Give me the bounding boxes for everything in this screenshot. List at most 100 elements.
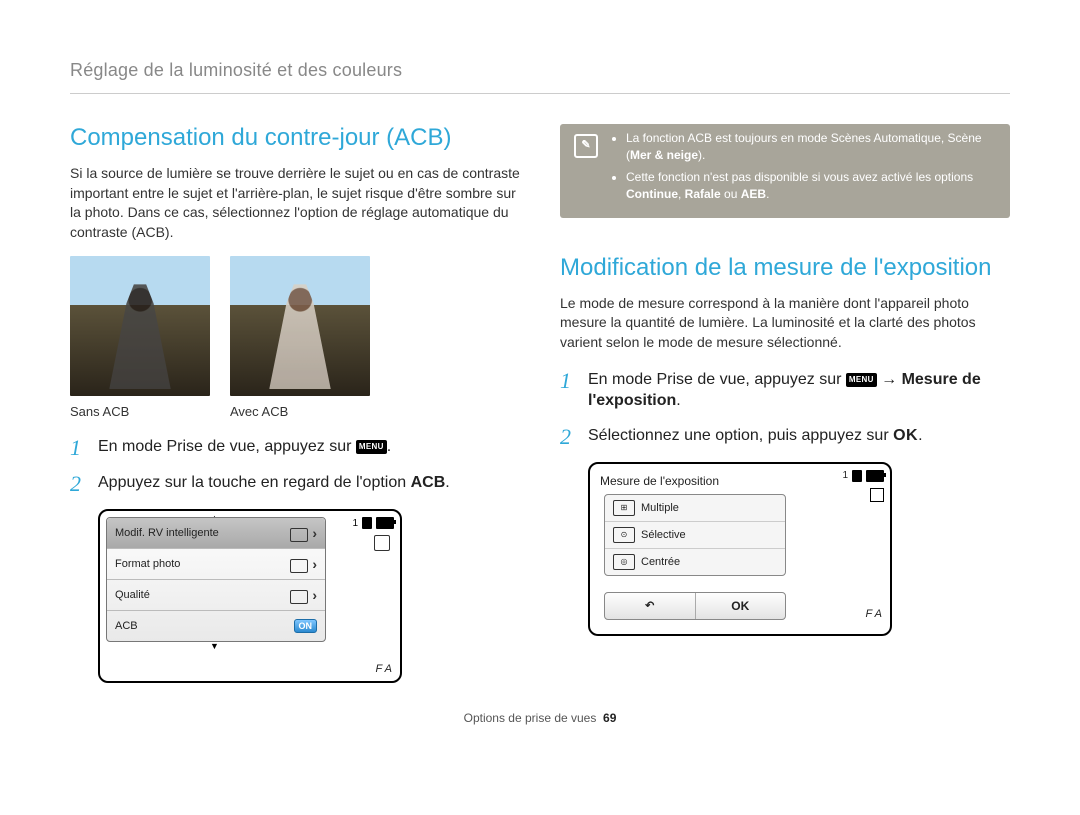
acb-steps: 1 En mode Prise de vue, appuyez sur MENU… bbox=[70, 437, 520, 495]
note-box: ✎ La fonction ACB est toujours en mode S… bbox=[560, 124, 1010, 218]
caption-with-acb: Avec ACB bbox=[230, 404, 370, 419]
step2-a: Appuyez sur la touche en regard de l'opt… bbox=[98, 474, 411, 491]
note-list: La fonction ACB est toujours en mode Scè… bbox=[612, 130, 996, 208]
metering-description: Le mode de mesure correspond à la manièr… bbox=[560, 294, 1010, 353]
step2-c: . bbox=[445, 474, 449, 491]
n2c: , bbox=[678, 187, 685, 201]
n2f: AEB bbox=[741, 187, 766, 201]
caption-without-acb: Sans ACB bbox=[70, 404, 210, 419]
target-icon bbox=[870, 488, 884, 502]
r1b: → bbox=[877, 371, 902, 388]
flash-auto-icon: F A bbox=[375, 663, 392, 675]
r2c: . bbox=[918, 427, 922, 444]
status-bar: 1 bbox=[334, 517, 394, 551]
left-column: Compensation du contre-jour (ACB) Si la … bbox=[70, 124, 520, 683]
acb-photo-row bbox=[70, 256, 520, 396]
metering-option-selective[interactable]: ⊙ Sélective bbox=[605, 522, 785, 549]
menu-label-quality: Qualité bbox=[115, 589, 150, 601]
multiple-icon: ⊞ bbox=[613, 500, 635, 516]
acb-step-2: 2 Appuyez sur la touche en regard de l'o… bbox=[70, 473, 520, 495]
r2a: Sélectionnez une option, puis appuyez su… bbox=[588, 427, 893, 444]
menu-value-quality: › bbox=[290, 587, 317, 604]
menu-row-quality[interactable]: Qualité › bbox=[107, 580, 325, 611]
opt2-label: Sélective bbox=[641, 529, 686, 541]
sdcard-icon bbox=[362, 517, 372, 529]
n2g: . bbox=[766, 187, 769, 201]
acb-description: Si la source de lumière se trouve derriè… bbox=[70, 164, 520, 242]
page-number: 69 bbox=[603, 711, 616, 725]
photo-without-acb bbox=[70, 256, 210, 396]
n2e: ou bbox=[721, 187, 741, 201]
note-icon: ✎ bbox=[574, 134, 598, 158]
r1d: . bbox=[676, 392, 680, 409]
status-count: 1 bbox=[352, 518, 358, 529]
content-columns: Compensation du contre-jour (ACB) Si la … bbox=[70, 124, 1010, 683]
camera-menu-screen-acb: ▲ Modif. RV intelligente › Format photo … bbox=[98, 509, 402, 683]
status-mode-icon bbox=[374, 535, 390, 551]
status-count-2: 1 bbox=[842, 470, 848, 481]
sdcard-icon bbox=[852, 470, 862, 482]
metering-option-box: ⊞ Multiple ⊙ Sélective ◎ Centrée bbox=[604, 494, 786, 576]
flash-auto-icon: F A bbox=[865, 608, 882, 620]
metering-step2-text: Sélectionnez une option, puis appuyez su… bbox=[588, 426, 923, 448]
menu-icon: MENU bbox=[846, 373, 877, 387]
note-item-2: Cette fonction n'est pas disponible si v… bbox=[626, 169, 996, 204]
menu-label-format: Format photo bbox=[115, 558, 180, 570]
opt1-label: Multiple bbox=[641, 502, 679, 514]
step-number-1: 1 bbox=[70, 437, 86, 459]
metering-panel-title: Mesure de l'exposition bbox=[600, 474, 719, 488]
metering-steps: 1 En mode Prise de vue, appuyez sur MENU… bbox=[560, 370, 1010, 448]
back-button[interactable]: ↶ bbox=[605, 593, 696, 619]
menu-label-rv: Modif. RV intelligente bbox=[115, 527, 219, 539]
ok-icon: OK bbox=[893, 427, 918, 444]
n1c: ). bbox=[698, 148, 705, 162]
metering-step1-text: En mode Prise de vue, appuyez sur MENU →… bbox=[588, 370, 1010, 412]
n2b: Continue bbox=[626, 187, 678, 201]
menu-list: Modif. RV intelligente › Format photo › … bbox=[106, 517, 326, 642]
metering-option-multiple[interactable]: ⊞ Multiple bbox=[605, 495, 785, 522]
acb-on-badge: ON bbox=[294, 619, 318, 633]
menu-row-rv[interactable]: Modif. RV intelligente › bbox=[107, 518, 325, 549]
right-column: ✎ La fonction ACB est toujours en mode S… bbox=[560, 124, 1010, 683]
step1-end: . bbox=[387, 438, 391, 455]
step1-part-a: En mode Prise de vue, appuyez sur bbox=[98, 438, 356, 455]
step2-b: ACB bbox=[411, 474, 446, 491]
page-header: Réglage de la luminosité et des couleurs bbox=[70, 60, 1010, 94]
scroll-down-icon: ▼ bbox=[210, 641, 219, 651]
photo-with-acb bbox=[230, 256, 370, 396]
section-title-metering: Modification de la mesure de l'expositio… bbox=[560, 254, 1010, 282]
menu-value-rv: › bbox=[290, 525, 317, 542]
footer-section-label: Options de prise de vues bbox=[464, 711, 597, 725]
n2a: Cette fonction n'est pas disponible si v… bbox=[626, 170, 973, 184]
n1b: Mer & neige bbox=[630, 148, 698, 162]
note-item-1: La fonction ACB est toujours en mode Scè… bbox=[626, 130, 996, 165]
metering-step-1: 1 En mode Prise de vue, appuyez sur MENU… bbox=[560, 370, 1010, 412]
status-bar-2: 1 bbox=[824, 470, 884, 502]
metering-option-center[interactable]: ◎ Centrée bbox=[605, 549, 785, 575]
menu-row-acb[interactable]: ACB ON bbox=[107, 611, 325, 641]
menu-value-format: › bbox=[290, 556, 317, 573]
step-2-text: Appuyez sur la touche en regard de l'opt… bbox=[98, 473, 450, 495]
photo-caption-row: Sans ACB Avec ACB bbox=[70, 404, 520, 419]
acb-step-1: 1 En mode Prise de vue, appuyez sur MENU… bbox=[70, 437, 520, 459]
step-number-2b: 2 bbox=[560, 426, 576, 448]
camera-menu-screen-metering: Mesure de l'exposition ⊞ Multiple ⊙ Sélect… bbox=[588, 462, 892, 636]
n2d: Rafale bbox=[685, 187, 721, 201]
step-number-2: 2 bbox=[70, 473, 86, 495]
ok-button[interactable]: OK bbox=[696, 593, 786, 619]
menu-row-format[interactable]: Format photo › bbox=[107, 549, 325, 580]
page: Réglage de la luminosité et des couleurs… bbox=[0, 0, 1080, 755]
section-title-acb: Compensation du contre-jour (ACB) bbox=[70, 124, 520, 152]
battery-icon bbox=[866, 470, 884, 482]
metering-step-2: 2 Sélectionnez une option, puis appuyez … bbox=[560, 426, 1010, 448]
menu-icon: MENU bbox=[356, 440, 387, 454]
menu-label-acb: ACB bbox=[115, 620, 138, 632]
metering-bottom-bar: ↶ OK bbox=[604, 592, 786, 620]
center-icon: ◎ bbox=[613, 554, 635, 570]
opt3-label: Centrée bbox=[641, 556, 680, 568]
step-number-1b: 1 bbox=[560, 370, 576, 412]
r1a: En mode Prise de vue, appuyez sur bbox=[588, 371, 846, 388]
page-footer: Options de prise de vues 69 bbox=[70, 711, 1010, 725]
step-1-text: En mode Prise de vue, appuyez sur MENU. bbox=[98, 437, 391, 459]
selective-icon: ⊙ bbox=[613, 527, 635, 543]
